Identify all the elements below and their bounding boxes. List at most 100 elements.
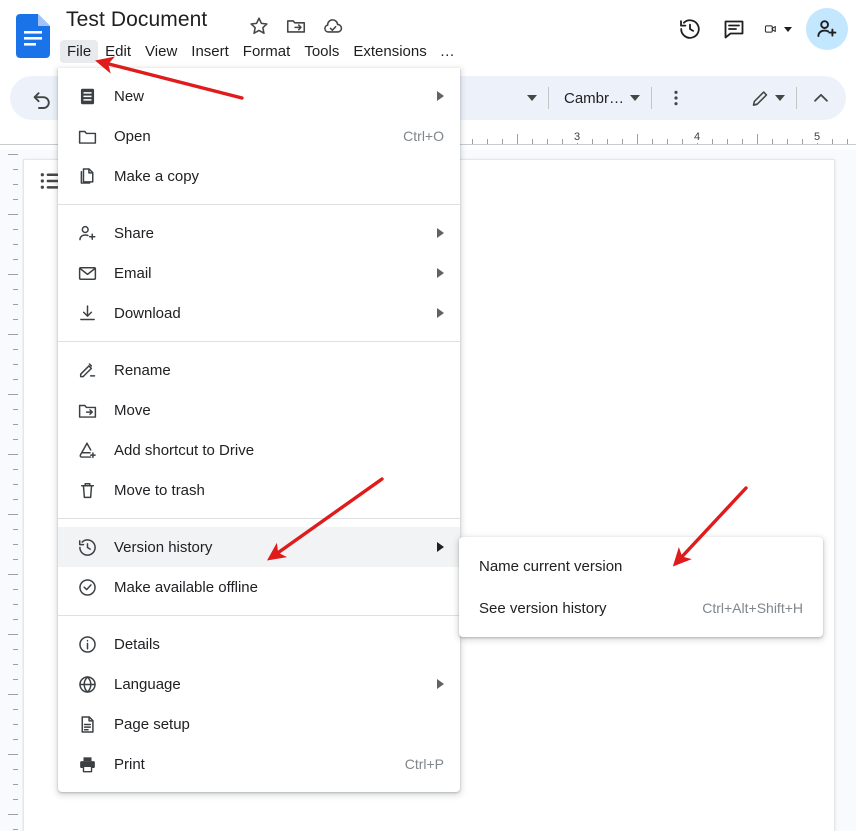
menu-item-make-a-copy[interactable]: Make a copy bbox=[58, 156, 460, 196]
page-setup-icon bbox=[76, 713, 98, 735]
menu-item-email[interactable]: Email bbox=[58, 253, 460, 293]
menu-separator bbox=[58, 204, 460, 205]
meet-camera-icon[interactable] bbox=[758, 9, 798, 49]
menu-item-label: New bbox=[114, 87, 145, 105]
menu-item-details[interactable]: Details bbox=[58, 624, 460, 664]
vruler-tick bbox=[13, 409, 18, 410]
editing-mode-chevron-down-icon[interactable] bbox=[775, 95, 785, 101]
vruler-tick bbox=[13, 529, 18, 530]
menu-item-make-available-offline[interactable]: Make available offline bbox=[58, 567, 460, 607]
menu-item-print[interactable]: Print Ctrl+P bbox=[58, 744, 460, 784]
menu-item-label: Language bbox=[114, 675, 181, 693]
menu-item-move-to-trash[interactable]: Move to trash bbox=[58, 470, 460, 510]
undo-icon[interactable] bbox=[30, 86, 54, 110]
menu-view[interactable]: View bbox=[138, 40, 184, 63]
menu-item-new[interactable]: New bbox=[58, 76, 460, 116]
info-icon bbox=[76, 633, 98, 655]
vruler-tick bbox=[13, 544, 18, 545]
vruler-tick bbox=[13, 679, 18, 680]
vruler-tick bbox=[13, 199, 18, 200]
font-family-value[interactable]: Cambr… bbox=[560, 90, 628, 107]
menu-item-share[interactable]: Share bbox=[58, 213, 460, 253]
vruler-tick bbox=[8, 814, 18, 815]
menu-tools[interactable]: Tools bbox=[297, 40, 346, 63]
menu-item-move[interactable]: Move bbox=[58, 390, 460, 430]
vruler-tick bbox=[13, 769, 18, 770]
version-history-icon bbox=[76, 536, 98, 558]
submenu-item-name-current-version[interactable]: Name current version bbox=[459, 545, 823, 587]
vruler-tick bbox=[13, 784, 18, 785]
menu-file[interactable]: File bbox=[60, 39, 99, 63]
vruler-tick bbox=[8, 154, 18, 155]
menu-item-label: Open bbox=[114, 127, 151, 145]
pencil-editing-icon[interactable] bbox=[747, 85, 773, 111]
vruler-tick bbox=[8, 514, 18, 515]
menu-format[interactable]: Format bbox=[236, 40, 298, 63]
vruler-tick bbox=[13, 499, 18, 500]
menu-edit[interactable]: Edit bbox=[98, 40, 138, 63]
google-docs-logo[interactable] bbox=[16, 14, 50, 58]
menu-item-label: Version history bbox=[114, 538, 213, 556]
add-shortcut-drive-icon bbox=[76, 439, 98, 461]
rename-pencil-icon bbox=[76, 359, 98, 381]
submenu-item-label: Name current version bbox=[479, 557, 623, 575]
ruler-label: 4 bbox=[690, 131, 704, 143]
menu-insert[interactable]: Insert bbox=[184, 40, 236, 63]
menu-item-label: Rename bbox=[114, 361, 171, 379]
menu-item-accel: Ctrl+O bbox=[403, 128, 444, 144]
vruler-tick bbox=[13, 469, 18, 470]
cloud-saved-icon[interactable] bbox=[322, 15, 344, 37]
menu-item-open[interactable]: Open Ctrl+O bbox=[58, 116, 460, 156]
menu-item-label: Email bbox=[114, 264, 152, 282]
toolbar-divider bbox=[547, 87, 549, 109]
menu-item-label: Page setup bbox=[114, 715, 190, 733]
menu-item-add-shortcut-to-drive[interactable]: Add shortcut to Drive bbox=[58, 430, 460, 470]
app-header: Test Document File Edit View Insert Form… bbox=[0, 0, 856, 72]
ruler-tick bbox=[727, 139, 728, 144]
vruler-tick bbox=[13, 709, 18, 710]
vertical-ruler[interactable] bbox=[0, 150, 22, 831]
menu-overflow[interactable]: … bbox=[434, 40, 461, 63]
menu-item-language[interactable]: Language bbox=[58, 664, 460, 704]
ruler-tick bbox=[517, 134, 518, 144]
person-add-icon bbox=[76, 222, 98, 244]
version-history-icon[interactable] bbox=[670, 9, 710, 49]
menu-item-label: Details bbox=[114, 635, 160, 653]
offline-check-icon bbox=[76, 576, 98, 598]
ruler-tick bbox=[847, 139, 848, 144]
vruler-tick bbox=[8, 394, 18, 395]
menu-bar: File Edit View Insert Format Tools Exten… bbox=[60, 38, 461, 64]
chevron-down-icon[interactable] bbox=[526, 95, 537, 101]
move-to-folder-icon[interactable] bbox=[285, 15, 307, 37]
vruler-tick bbox=[13, 259, 18, 260]
vruler-tick bbox=[13, 244, 18, 245]
submenu-item-see-version-history[interactable]: See version history Ctrl+Alt+Shift+H bbox=[459, 587, 823, 629]
menu-item-page-setup[interactable]: Page setup bbox=[58, 704, 460, 744]
chevron-up-icon[interactable] bbox=[808, 85, 834, 111]
toolbar-divider bbox=[796, 87, 797, 109]
three-dot-more-icon[interactable] bbox=[663, 85, 689, 111]
share-button[interactable] bbox=[806, 8, 848, 50]
font-dropdown-chevron-down-icon[interactable] bbox=[630, 95, 640, 101]
menu-separator bbox=[58, 615, 460, 616]
vruler-tick bbox=[13, 559, 18, 560]
menu-item-version-history[interactable]: Version history bbox=[58, 527, 460, 567]
star-icon[interactable] bbox=[248, 15, 270, 37]
menu-item-download[interactable]: Download bbox=[58, 293, 460, 333]
comment-icon[interactable] bbox=[714, 9, 754, 49]
print-icon bbox=[76, 753, 98, 775]
vruler-tick bbox=[13, 349, 18, 350]
menu-extensions[interactable]: Extensions bbox=[346, 40, 433, 63]
document-title[interactable]: Test Document bbox=[66, 8, 207, 32]
email-icon bbox=[76, 262, 98, 284]
menu-separator bbox=[58, 341, 460, 342]
ruler-tick bbox=[487, 139, 488, 144]
menu-separator bbox=[58, 518, 460, 519]
ruler-tick bbox=[607, 139, 608, 144]
ruler-tick bbox=[787, 139, 788, 144]
menu-item-rename[interactable]: Rename bbox=[58, 350, 460, 390]
ruler-label: 5 bbox=[810, 131, 824, 143]
ruler-tick bbox=[802, 139, 803, 144]
ruler-tick bbox=[472, 139, 473, 144]
vruler-tick bbox=[13, 604, 18, 605]
